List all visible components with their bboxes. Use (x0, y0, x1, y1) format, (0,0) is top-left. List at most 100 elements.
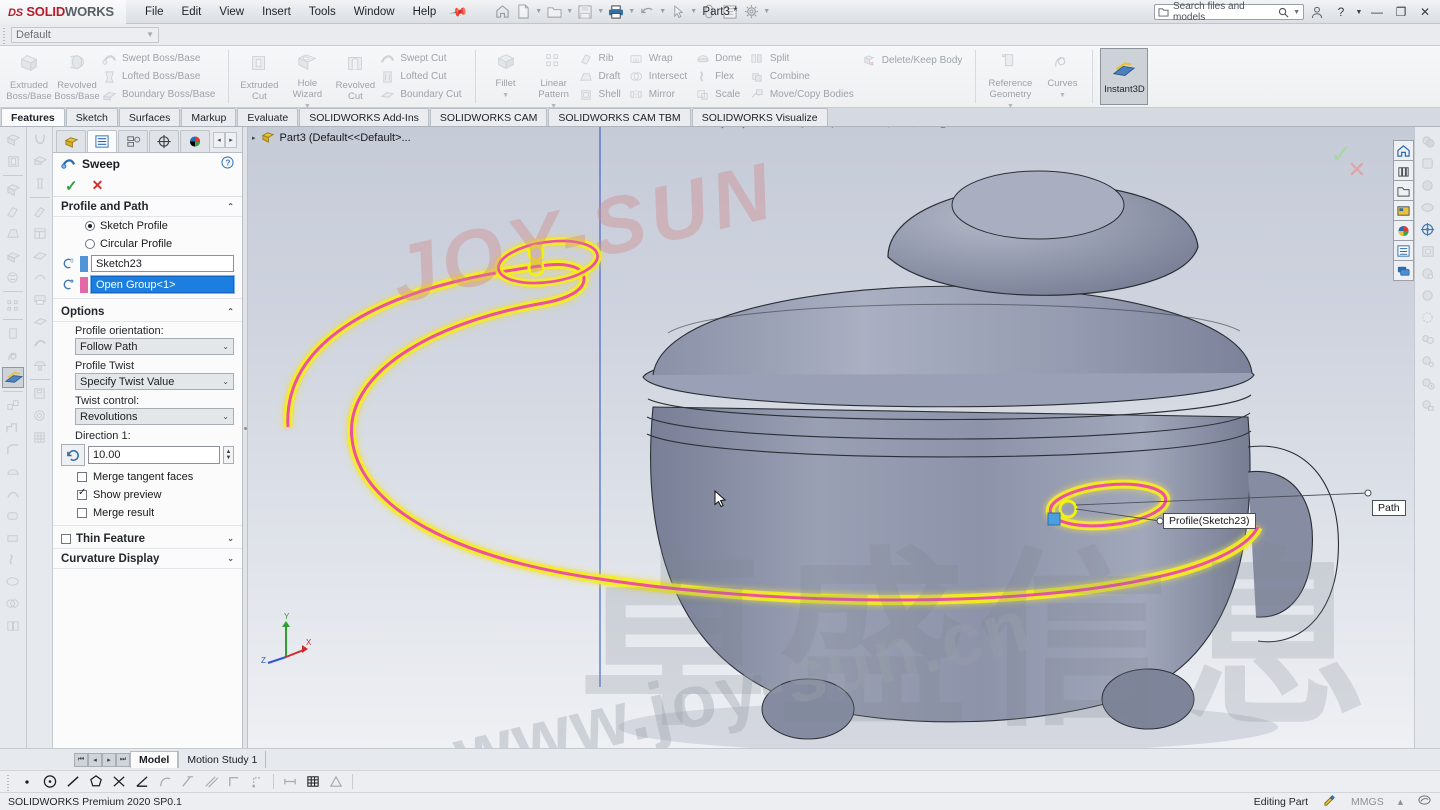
chevron-down-icon[interactable]: ▼ (658, 2, 667, 22)
zoom-to-fit-icon[interactable] (708, 127, 727, 131)
decal-icon[interactable] (1417, 263, 1438, 283)
section-header-thin-feature[interactable]: Thin Feature ⌄ (53, 529, 242, 549)
lofted-boss-base-button[interactable]: Lofted Boss/Base (101, 68, 222, 86)
mirror-entities-icon[interactable] (177, 772, 199, 791)
nav-next-button[interactable]: ▸ (102, 752, 116, 767)
intersect-button[interactable]: Intersect (628, 68, 694, 86)
help-question-icon[interactable]: ? (221, 156, 234, 172)
question-mark-icon[interactable]: ? (1330, 1, 1352, 23)
lofted-boss-rail-icon[interactable] (29, 151, 51, 172)
fillet-rail-icon[interactable] (2, 179, 24, 200)
minimize-button[interactable]: — (1366, 1, 1388, 23)
boundary-boss-rail-icon[interactable] (29, 129, 51, 150)
feature-tree-tab[interactable] (56, 130, 86, 152)
chevron-down-icon[interactable]: ▼ (627, 2, 636, 22)
zoom-to-area-icon[interactable] (729, 127, 748, 131)
home-icon[interactable] (492, 2, 512, 22)
menu-view[interactable]: View (210, 3, 253, 21)
menu-tools[interactable]: Tools (300, 3, 345, 21)
menu-insert[interactable]: Insert (253, 3, 300, 21)
home-tab-icon[interactable] (1392, 140, 1414, 161)
extruded-cut-rail-icon[interactable] (2, 151, 24, 172)
deform-rail-icon[interactable] (2, 505, 24, 526)
display-style-icon[interactable] (822, 127, 841, 131)
pushpin-icon[interactable]: 📌 (449, 1, 469, 21)
feature-tree-root[interactable]: ▸ Part3 (Default<<Default>... (252, 130, 411, 146)
combine-button[interactable]: Combine (749, 68, 861, 86)
scale-button[interactable]: Scale (694, 86, 749, 104)
chevron-down-icon[interactable]: ▼ (1354, 1, 1364, 23)
merge-tangent-faces-row[interactable]: Merge tangent faces (53, 468, 242, 486)
merge-result-row[interactable]: Merge result (53, 504, 242, 522)
instant3d-rail-icon[interactable] (2, 367, 24, 388)
restore-button[interactable]: ❐ (1390, 1, 1412, 23)
tab-sketch[interactable]: Sketch (65, 108, 118, 126)
camera-icon[interactable] (1417, 219, 1438, 239)
chevron-down-icon[interactable]: ▼ (1293, 9, 1300, 16)
line-icon[interactable] (62, 772, 84, 791)
chevron-down-icon[interactable]: ⌄ (227, 554, 234, 563)
view-settings-icon[interactable] (933, 127, 952, 131)
ok-button[interactable]: ✓ (65, 177, 78, 195)
dimxpert-manager-tab[interactable] (149, 130, 179, 152)
custom-properties-tab-icon[interactable] (1392, 240, 1414, 261)
options-gear-icon[interactable] (741, 2, 761, 22)
tangent-arc-icon[interactable] (154, 772, 176, 791)
smart-dimension-icon[interactable] (279, 772, 301, 791)
intersect-rail-icon[interactable] (2, 593, 24, 614)
file-properties-icon[interactable] (720, 2, 740, 22)
tab-model[interactable]: Model (130, 751, 179, 768)
section-header-options[interactable]: Options ⌃ (53, 302, 242, 322)
shell-rail-icon[interactable] (2, 245, 24, 266)
boundary-cut-button[interactable]: Boundary Cut (379, 86, 468, 104)
wrap-rail-icon[interactable] (2, 267, 24, 288)
lofted-cut-button[interactable]: Lofted Cut (379, 68, 468, 86)
profile-input[interactable]: Sketch23 (91, 255, 234, 272)
print3d-rail-icon[interactable] (29, 289, 51, 310)
extruded-boss-rail-icon[interactable] (2, 129, 24, 150)
chevron-down-icon[interactable]: ▼ (565, 2, 574, 22)
thread-rail-icon[interactable] (29, 405, 51, 426)
chevron-down-icon[interactable]: ⌄ (227, 534, 234, 543)
corner-rectangle-icon[interactable] (223, 772, 245, 791)
sphere-tool-icon[interactable] (1417, 285, 1438, 305)
linear-pattern-rail-icon[interactable] (2, 295, 24, 316)
tab-solidworks-visualize[interactable]: SOLIDWORKS Visualize (691, 108, 828, 126)
direction1-stepper[interactable]: ▲ ▼ (223, 446, 234, 464)
angle-dim-icon[interactable] (325, 772, 347, 791)
appearance-tool-icon[interactable] (1417, 175, 1438, 195)
swept-boss-rail-icon[interactable] (29, 173, 51, 194)
close-button[interactable]: ✕ (1414, 1, 1436, 23)
linear-pattern-button[interactable]: Linear Pattern ▼ (530, 46, 578, 110)
draft-2-rail-icon[interactable] (29, 245, 51, 266)
extruded-boss-base-button[interactable]: Extruded Boss/Base (5, 46, 53, 107)
dome-button[interactable]: Dome (694, 50, 749, 68)
configuration-select[interactable]: Default ▼ (11, 26, 159, 43)
open-document-icon[interactable] (544, 2, 564, 22)
split-button[interactable]: Split (749, 50, 861, 68)
tab-features[interactable]: Features (1, 108, 65, 126)
reference-geometry-button[interactable]: Reference Geometry ▼ (982, 46, 1038, 110)
swept-cut-button[interactable]: Swept Cut (379, 50, 468, 68)
menu-file[interactable]: File (136, 3, 173, 21)
dome-rail-icon[interactable] (2, 461, 24, 482)
profile-callout[interactable]: Profile(Sketch23) (1163, 513, 1256, 529)
trim-icon[interactable] (108, 772, 130, 791)
extruded-cut-button[interactable]: Extruded Cut (235, 46, 283, 107)
section-header-curvature-display[interactable]: Curvature Display ⌄ (53, 549, 242, 569)
display-manager-tab[interactable] (180, 130, 210, 152)
point-icon[interactable] (16, 772, 38, 791)
nav-first-button[interactable]: ⏮ (74, 752, 88, 767)
toolbar-grip[interactable] (1, 25, 9, 44)
menu-edit[interactable]: Edit (173, 3, 211, 21)
twist-control-select[interactable]: Revolutions ⌄ (75, 408, 234, 425)
save-icon[interactable] (575, 2, 595, 22)
scene-tool-icon[interactable] (1417, 197, 1438, 217)
select-icon[interactable] (668, 2, 688, 22)
chevron-up-icon[interactable]: ⌃ (227, 307, 234, 316)
angle-icon[interactable] (131, 772, 153, 791)
viewport-confirm-cancel[interactable]: ✕ (1348, 157, 1366, 183)
chevron-down-icon[interactable]: ▼ (689, 2, 698, 22)
nav-next-button[interactable]: ▸ (225, 131, 237, 148)
toolbar-grip[interactable] (5, 772, 13, 791)
